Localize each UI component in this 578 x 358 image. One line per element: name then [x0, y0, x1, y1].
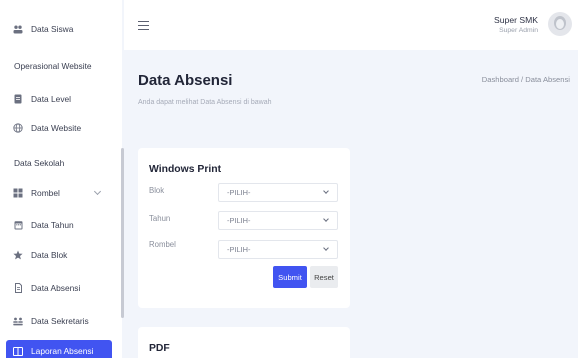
- sidebar-item-label: Data Level: [31, 94, 72, 104]
- sidebar-item-label: Data Sekretaris: [31, 316, 89, 326]
- rombel-label: Rombel: [149, 240, 176, 249]
- calendar-icon: [13, 220, 23, 230]
- chevron-down-icon: [323, 188, 329, 194]
- chevron-down-icon: [93, 187, 102, 196]
- sidebar-item-data-sekretaris[interactable]: Data Sekretaris: [0, 310, 122, 332]
- sidebar-section-data-sekolah: Data Sekolah: [14, 158, 65, 168]
- reset-button[interactable]: Reset: [310, 266, 338, 288]
- blok-select[interactable]: -PILIH-: [218, 183, 338, 202]
- tahun-select[interactable]: -PILIH-: [218, 211, 338, 230]
- rombel-select[interactable]: -PILIH-: [218, 240, 338, 259]
- pdf-card: PDF: [138, 327, 350, 358]
- group-icon: [13, 316, 23, 326]
- chevron-down-icon: [323, 216, 329, 222]
- user-name[interactable]: Super SMK: [494, 15, 538, 25]
- star-icon: [13, 250, 23, 260]
- sidebar-item-label: Laporan Absensi: [31, 346, 94, 356]
- avatar[interactable]: [548, 12, 572, 36]
- sidebar-item-label: Data Siswa: [31, 24, 74, 34]
- menu-icon[interactable]: [138, 21, 149, 30]
- sidebar-item-label: Data Website: [31, 123, 82, 133]
- file-icon: [13, 283, 23, 293]
- blok-label: Blok: [149, 186, 165, 195]
- windows-print-card: Windows Print Blok -PILIH- Tahun -PILIH-…: [138, 148, 350, 308]
- sidebar-item-rombel[interactable]: Rombel: [0, 182, 122, 204]
- chevron-down-icon: [323, 245, 329, 251]
- user-role: Super Admin: [499, 27, 538, 34]
- page-subtitle: Anda dapat melihat Data Absensi di bawah: [138, 99, 272, 106]
- users-icon: [13, 24, 23, 34]
- sidebar-item-data-siswa[interactable]: Data Siswa: [0, 18, 122, 40]
- breadcrumb[interactable]: Dashboard / Data Absensi: [482, 75, 570, 84]
- sidebar-item-label: Data Tahun: [31, 220, 74, 230]
- sidebar-item-label: Data Blok: [31, 250, 68, 260]
- sidebar-item-label: Data Absensi: [31, 283, 81, 293]
- submit-button[interactable]: Submit: [273, 266, 307, 288]
- user-avatar-icon: [548, 12, 572, 36]
- globe-icon: [13, 123, 23, 133]
- top-bar: [124, 0, 578, 50]
- book-icon: [13, 346, 23, 356]
- sidebar-scrollbar[interactable]: [121, 148, 124, 318]
- sidebar-item-data-website[interactable]: Data Website: [0, 117, 122, 139]
- document-icon: [13, 94, 23, 104]
- sidebar-item-label: Rombel: [31, 188, 60, 198]
- page-title: Data Absensi: [138, 72, 233, 89]
- card-title: Windows Print: [149, 164, 222, 175]
- card-title: PDF: [149, 343, 170, 354]
- sidebar-item-data-tahun[interactable]: Data Tahun: [0, 214, 122, 236]
- sidebar-item-data-absensi[interactable]: Data Absensi: [0, 277, 122, 299]
- sidebar-section-operasional: Operasional Website: [14, 61, 92, 71]
- sidebar-item-data-blok[interactable]: Data Blok: [0, 244, 122, 266]
- grid-icon: [13, 188, 23, 198]
- sidebar-item-data-level[interactable]: Data Level: [0, 88, 122, 110]
- sidebar: Data Siswa Operasional Website Data Leve…: [0, 0, 122, 358]
- tahun-label: Tahun: [149, 214, 171, 223]
- sidebar-item-laporan-absensi[interactable]: Laporan Absensi: [6, 340, 112, 358]
